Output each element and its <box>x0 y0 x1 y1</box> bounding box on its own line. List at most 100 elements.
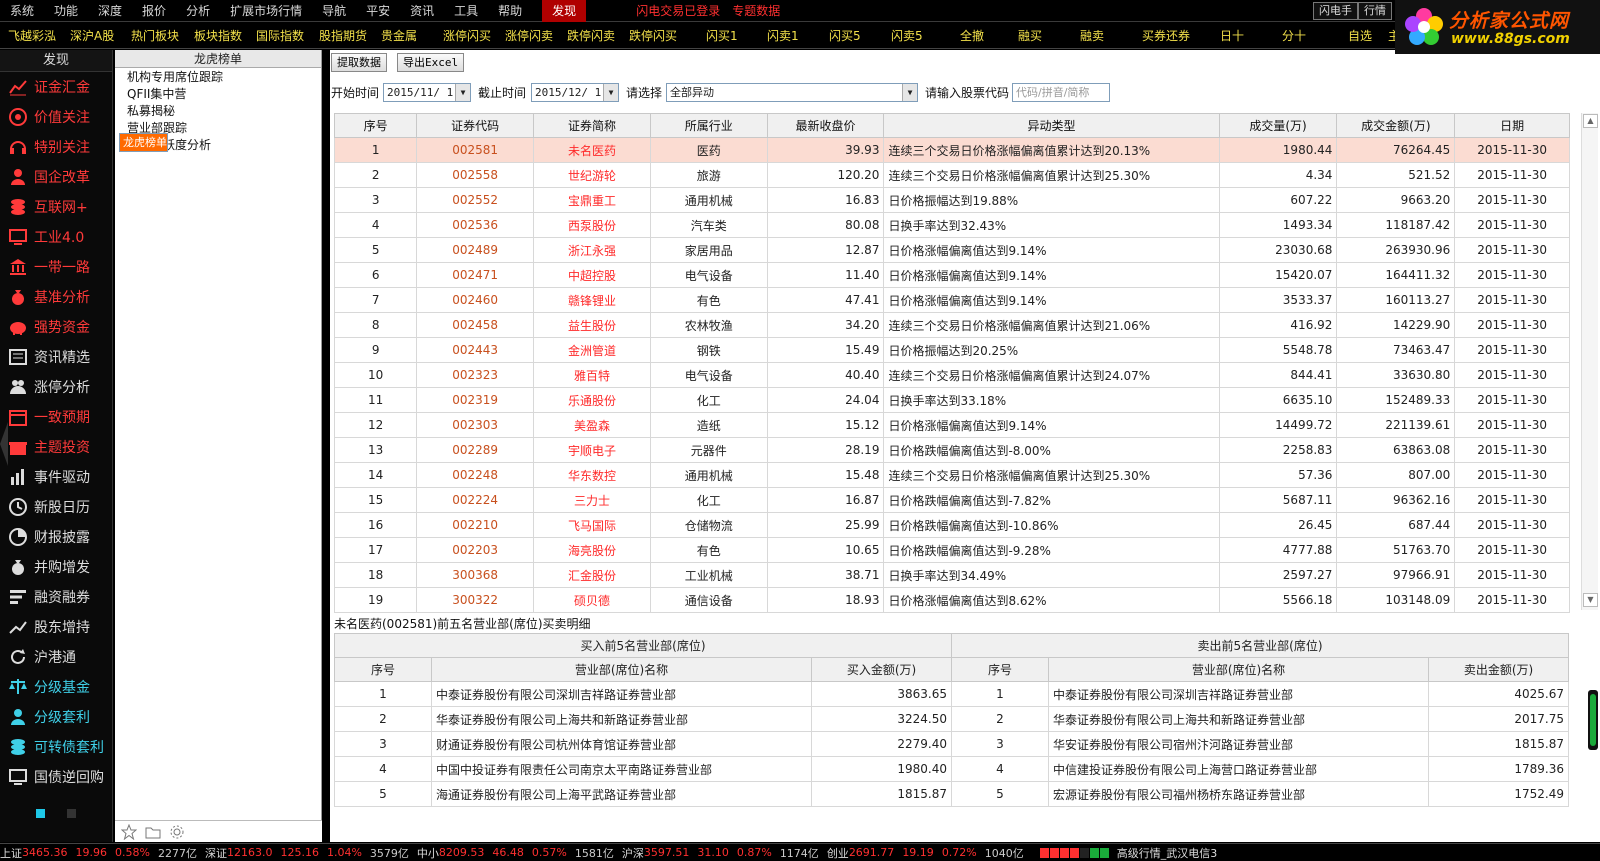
menu-item[interactable]: 工具 <box>444 0 488 22</box>
nav-item-24[interactable]: 国债逆回购 <box>0 762 112 792</box>
nav-item-16[interactable]: 财报披露 <box>0 522 112 552</box>
nav-item-20[interactable]: 沪港通 <box>0 642 112 672</box>
page-dot-active[interactable] <box>36 809 45 818</box>
nav-item-4[interactable]: 国企改革 <box>0 162 112 192</box>
quick-tab[interactable]: 买券还券 <box>1142 23 1190 49</box>
page-dot[interactable] <box>67 809 76 818</box>
table-row[interactable]: 4 002536 西泵股份 汽车类 80.08 日换手率达到32.43% 1493.34 11… <box>333 212 1570 238</box>
buy-row[interactable]: 2 华泰证券股份有限公司上海共和新路证券营业部 3224.50 <box>334 706 952 732</box>
nav-item-10[interactable]: 资讯精选 <box>0 342 112 372</box>
nav-item-15[interactable]: 新股日历 <box>0 492 112 522</box>
star-icon[interactable] <box>121 823 137 840</box>
tree-item[interactable]: 机构专用席位跟踪 <box>119 69 317 86</box>
table-row[interactable]: 7 002460 赣锋锂业 有色 47.41 日价格涨幅偏离值达到9.14% 3533.37… <box>333 287 1570 313</box>
menu-item[interactable]: 平安 <box>356 0 400 22</box>
quick-tab[interactable]: 股指期货 <box>319 23 367 49</box>
quick-tab[interactable]: 深沪A股 <box>70 23 114 49</box>
table-row[interactable]: 16 002210 飞马国际 仓储物流 25.99 日价格跌幅偏离值达到-10.86% 26… <box>333 512 1570 538</box>
table-row[interactable]: 19 300322 硕贝德 通信设备 18.93 日价格涨幅偏离值达到8.62% 5566.… <box>333 587 1570 613</box>
nav-item-17[interactable]: 并购增发 <box>0 552 112 582</box>
menu-item[interactable]: 帮助 <box>488 0 532 22</box>
quick-tab[interactable]: 跌停闪买 <box>629 23 677 49</box>
table-row[interactable]: 8 002458 益生股份 农林牧渔 34.20 连续三个交易日价格涨幅偏离值累计达到21… <box>333 312 1570 338</box>
quick-tab[interactable]: 飞越彩泓 <box>8 23 56 49</box>
table-row[interactable]: 11 002319 乐通股份 化工 24.04 日换手率达到33.18% 6635.10 15… <box>333 387 1570 413</box>
table-row[interactable]: 6 002471 中超控股 电气设备 11.40 日价格涨幅偏离值达到9.14% 15420… <box>333 262 1570 288</box>
column-header[interactable]: 证券简称 <box>533 113 651 138</box>
menu-item[interactable]: 报价 <box>132 0 176 22</box>
quick-tab[interactable]: 自选 <box>1348 23 1372 49</box>
table-row[interactable]: 13 002289 宇顺电子 元器件 28.19 日价格跌幅偏离值达到-8.00% 2258… <box>333 437 1570 463</box>
table-row[interactable]: 3 002552 宝鼎重工 通用机械 16.83 日价格振幅达到19.88% 607.22 9… <box>333 187 1570 213</box>
tree-item[interactable]: 私募揭秘 <box>119 103 317 120</box>
menu-item[interactable]: 分析 <box>176 0 220 22</box>
quick-tab[interactable]: 闪卖1 <box>767 23 799 49</box>
nav-item-2[interactable]: 价值关注 <box>0 102 112 132</box>
menu-item[interactable]: 系统 <box>0 0 44 22</box>
sell-row[interactable]: 2 华泰证券股份有限公司上海共和新路证券营业部 2017.75 <box>951 706 1569 732</box>
nav-item-13[interactable]: 主题投资 <box>0 432 112 462</box>
menu-item-discover[interactable]: 发现 <box>542 0 587 22</box>
table-scrollbar[interactable]: ▲ ▼ <box>1581 113 1598 610</box>
nav-item-19[interactable]: 股东增持 <box>0 612 112 642</box>
nav-item-18[interactable]: 融资融券 <box>0 582 112 612</box>
nav-item-22[interactable]: 分级套利 <box>0 702 112 732</box>
quick-tab[interactable]: 闪卖5 <box>891 23 923 49</box>
nav-item-12[interactable]: 一致预期 <box>0 402 112 432</box>
menu-item[interactable]: 导航 <box>312 0 356 22</box>
export-excel-button[interactable]: 导出Excel <box>397 53 465 72</box>
quick-tab[interactable]: 融买 <box>1018 23 1042 49</box>
fetch-data-button[interactable]: 提取数据 <box>331 53 387 72</box>
quick-tab[interactable]: 日十 <box>1220 23 1244 49</box>
flash-trade-status[interactable]: 闪电交易已登录 <box>636 2 720 19</box>
column-header[interactable]: 日期 <box>1454 113 1570 138</box>
column-header[interactable]: 异动类型 <box>883 113 1220 138</box>
menu-item[interactable]: 深度 <box>88 0 132 22</box>
nav-item-23[interactable]: 可转债套利 <box>0 732 112 762</box>
table-row[interactable]: 1 002581 未名医药 医药 39.93 连续三个交易日价格涨幅偏离值累计达到20.1… <box>333 137 1570 163</box>
nav-item-3[interactable]: 特别关注 <box>0 132 112 162</box>
table-row[interactable]: 15 002224 三力士 化工 16.87 日价格跌幅偏离值达到-7.82% 5687.1… <box>333 487 1570 513</box>
quick-tab[interactable]: 涨停闪卖 <box>505 23 553 49</box>
table-row[interactable]: 12 002303 美盈森 造纸 15.12 日价格涨幅偏离值达到9.14% 14499.7… <box>333 412 1570 438</box>
scroll-up-icon[interactable]: ▲ <box>1583 114 1598 128</box>
nav-item-11[interactable]: 涨停分析 <box>0 372 112 402</box>
column-header[interactable]: 证券代码 <box>416 113 535 138</box>
side-handle[interactable] <box>1588 690 1598 750</box>
quick-tab[interactable]: 融卖 <box>1080 23 1104 49</box>
nav-item-1[interactable]: 证金汇金 <box>0 72 112 102</box>
menu-item[interactable]: 功能 <box>44 0 88 22</box>
quick-tab[interactable]: 贵金属 <box>381 23 417 49</box>
nav-item-14[interactable]: 事件驱动 <box>0 462 112 492</box>
sell-row[interactable]: 3 华安证券股份有限公司宿州汴河路证券营业部 1815.87 <box>951 731 1569 757</box>
buy-row[interactable]: 4 中国中投证券有限责任公司南京太平南路证券营业部 1980.40 <box>334 756 952 782</box>
table-row[interactable]: 5 002489 浙江永强 家居用品 12.87 日价格涨幅偏离值达到9.14% 23030… <box>333 237 1570 263</box>
nav-item-21[interactable]: 分级基金 <box>0 672 112 702</box>
column-header[interactable]: 最新收盘价 <box>766 113 885 138</box>
nav-item-6[interactable]: 工业4.0 <box>0 222 112 252</box>
menu-item[interactable]: 扩展市场行情 <box>220 0 312 22</box>
quick-tab[interactable]: 国际指数 <box>256 23 304 49</box>
buy-row[interactable]: 3 财通证券股份有限公司杭州体育馆证券营业部 2279.40 <box>334 731 952 757</box>
table-row[interactable]: 10 002323 雅百特 电气设备 40.40 连续三个交易日价格涨幅偏离值累计达到24… <box>333 362 1570 388</box>
scroll-down-icon[interactable]: ▼ <box>1583 593 1598 607</box>
quick-tab[interactable]: 闪买1 <box>706 23 738 49</box>
folder-icon[interactable] <box>145 824 161 840</box>
table-row[interactable]: 2 002558 世纪游轮 旅游 120.20 连续三个交易日价格涨幅偏离值累计达到25.… <box>333 162 1570 188</box>
column-header[interactable]: 成交金额(万) <box>1336 113 1456 138</box>
column-header[interactable]: 成交量(万) <box>1218 113 1338 138</box>
sell-row[interactable]: 4 中信建投证券股份有限公司上海营口路证券营业部 1789.36 <box>951 756 1569 782</box>
gear-icon[interactable] <box>169 824 185 840</box>
table-row[interactable]: 17 002203 海亮股份 有色 10.65 日价格跌幅偏离值达到-9.28% 4777.… <box>333 537 1570 563</box>
sell-row[interactable]: 5 宏源证券股份有限公司福州杨桥东路证券营业部 1752.49 <box>951 781 1569 807</box>
quick-tab[interactable]: 热门板块 <box>131 23 179 49</box>
nav-item-7[interactable]: 一带一路 <box>0 252 112 282</box>
quick-tab[interactable]: 闪买5 <box>829 23 861 49</box>
nav-item-9[interactable]: 强势资金 <box>0 312 112 342</box>
quick-tab[interactable]: 板块指数 <box>194 23 242 49</box>
topic-data-link[interactable]: 专题数据 <box>732 2 780 19</box>
anomaly-type-select[interactable]: 全部异动 ▼ <box>666 83 918 102</box>
quotes-button[interactable]: 行情 <box>1358 2 1392 20</box>
quick-tab[interactable]: 分十 <box>1282 23 1306 49</box>
flash-hand-button[interactable]: 闪电手 <box>1313 2 1358 20</box>
